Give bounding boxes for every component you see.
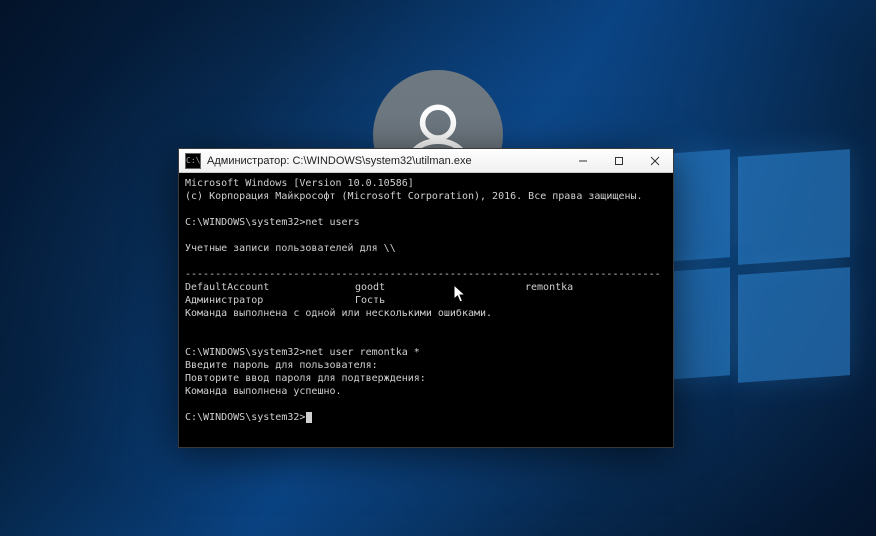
terminal-line	[185, 203, 667, 216]
terminal-line: АдминистраторГость	[185, 294, 667, 307]
window-controls	[565, 149, 673, 172]
maximize-icon	[614, 156, 624, 166]
terminal-line: Учетные записи пользователей для \\	[185, 242, 667, 255]
terminal-line: Команда выполнена успешно.	[185, 385, 667, 398]
terminal-line	[185, 320, 667, 333]
terminal-line	[185, 333, 667, 346]
terminal-line: Повторите ввод пароля для подтверждения:	[185, 372, 667, 385]
titlebar[interactable]: C:\ Администратор: C:\WINDOWS\system32\u…	[179, 149, 673, 173]
close-button[interactable]	[637, 149, 673, 172]
terminal-output[interactable]: Microsoft Windows [Version 10.0.10586](c…	[179, 173, 673, 447]
terminal-divider: ----------------------------------------…	[185, 268, 667, 281]
terminal-line	[185, 229, 667, 242]
terminal-cursor	[306, 412, 312, 423]
minimize-icon	[578, 156, 588, 166]
terminal-line	[185, 398, 667, 411]
maximize-button[interactable]	[601, 149, 637, 172]
terminal-prompt: C:\WINDOWS\system32>net users	[185, 216, 667, 229]
minimize-button[interactable]	[565, 149, 601, 172]
cmd-icon: C:\	[185, 153, 201, 169]
window-title: Администратор: C:\WINDOWS\system32\utilm…	[207, 155, 565, 167]
terminal-prompt: C:\WINDOWS\system32>	[185, 411, 667, 424]
cmd-window[interactable]: C:\ Администратор: C:\WINDOWS\system32\u…	[178, 148, 674, 448]
terminal-line: Введите пароль для пользователя:	[185, 359, 667, 372]
terminal-line: (c) Корпорация Майкрософт (Microsoft Cor…	[185, 190, 667, 203]
terminal-prompt: C:\WINDOWS\system32>net user remontka *	[185, 346, 667, 359]
terminal-line: DefaultAccountgoodtremontka	[185, 281, 667, 294]
terminal-line: Microsoft Windows [Version 10.0.10586]	[185, 177, 667, 190]
terminal-line	[185, 255, 667, 268]
desktop: C:\ Администратор: C:\WINDOWS\system32\u…	[0, 0, 876, 536]
terminal-line: Команда выполнена с одной или нескольким…	[185, 307, 667, 320]
close-icon	[650, 156, 660, 166]
